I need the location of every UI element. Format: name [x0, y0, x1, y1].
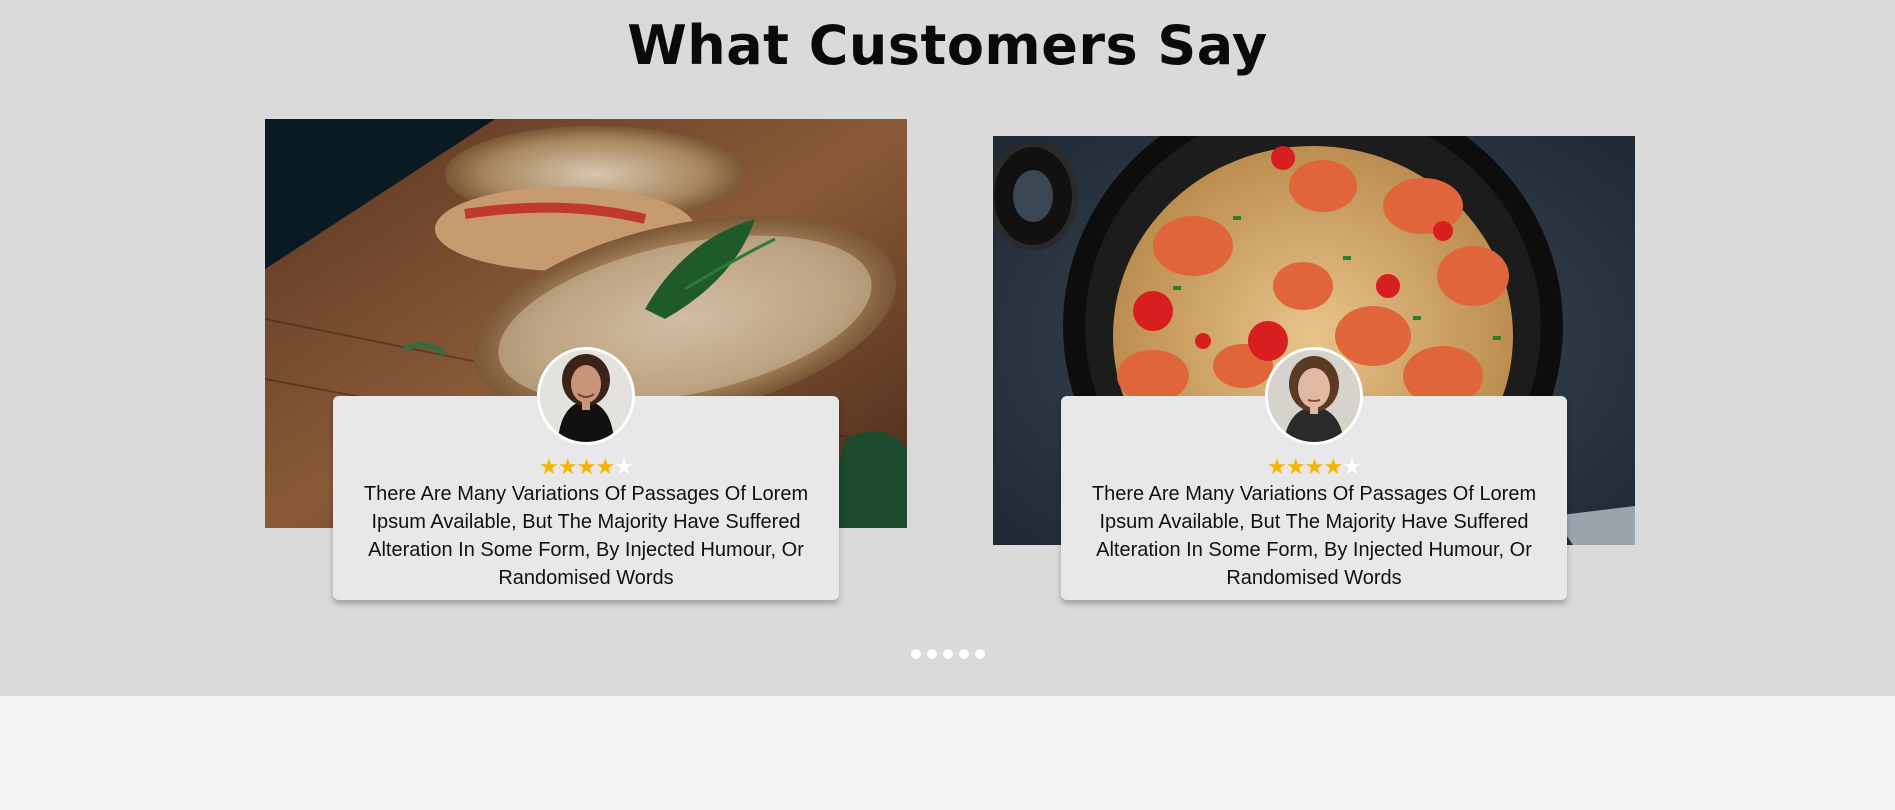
- testimonial-quote: There Are Many Variations Of Passages Of…: [363, 483, 809, 589]
- testimonials-section: What Customers Say ★★★★★ There Are Many …: [0, 0, 1895, 696]
- star-empty-icon: ★: [614, 455, 634, 480]
- carousel-dot[interactable]: [910, 649, 921, 659]
- carousel-dot[interactable]: [942, 649, 953, 659]
- woman-smiling-avatar: [537, 347, 635, 445]
- testimonial-quote: There Are Many Variations Of Passages Of…: [1091, 483, 1537, 589]
- footer-band: [0, 696, 1895, 810]
- carousel-dot[interactable]: [926, 649, 937, 659]
- star-filled-icon: ★: [1285, 455, 1306, 480]
- star-filled-icon: ★: [557, 455, 578, 480]
- woman-portrait-avatar: [1265, 347, 1363, 445]
- carousel-dot[interactable]: [974, 649, 985, 659]
- star-filled-icon: ★: [1304, 455, 1325, 480]
- section-title: What Customers Say: [627, 14, 1268, 77]
- star-rating: ★★★★★: [333, 456, 839, 480]
- carousel-pagination: [0, 649, 1895, 659]
- star-rating: ★★★★★: [1061, 456, 1567, 480]
- carousel-dot[interactable]: [958, 649, 969, 659]
- star-filled-icon: ★: [539, 455, 559, 480]
- star-filled-icon: ★: [576, 455, 597, 480]
- star-filled-icon: ★: [1323, 455, 1343, 480]
- star-empty-icon: ★: [1342, 455, 1362, 480]
- star-filled-icon: ★: [1267, 455, 1287, 480]
- star-filled-icon: ★: [595, 455, 615, 480]
